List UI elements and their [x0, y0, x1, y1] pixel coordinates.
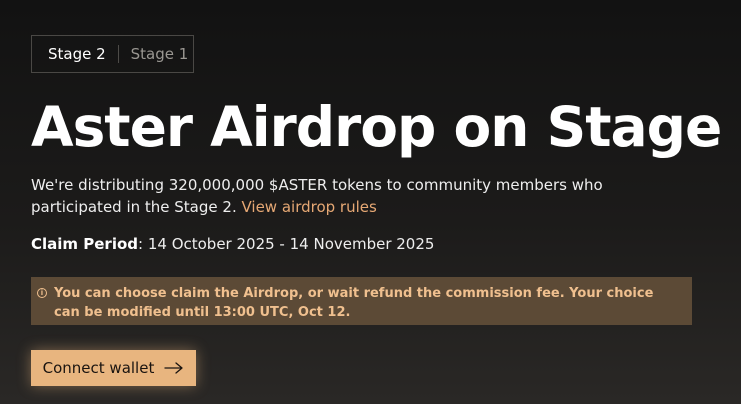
arrow-right-icon	[164, 362, 184, 374]
tab-stage-2[interactable]: Stage 2	[48, 45, 106, 63]
stage-tabs: Stage 2 Stage 1	[31, 35, 194, 73]
connect-wallet-button[interactable]: Connect wallet	[31, 350, 196, 386]
claim-period-label: Claim Period	[31, 235, 139, 253]
tab-stage-1[interactable]: Stage 1	[131, 45, 189, 63]
tab-divider	[117, 45, 119, 63]
claim-period-value: : 14 October 2025 - 14 November 2025	[138, 235, 435, 253]
description: We're distributing 320,000,000 $ASTER to…	[31, 174, 651, 218]
notice-text: You can choose claim the Airdrop, or wai…	[54, 286, 654, 320]
claim-period: Claim Period: 14 October 2025 - 14 Novem…	[31, 235, 434, 253]
connect-wallet-label: Connect wallet	[42, 359, 155, 377]
notice-banner: i You can choose claim the Airdrop, or w…	[31, 277, 692, 325]
view-airdrop-rules-link[interactable]: View airdrop rules	[241, 198, 376, 216]
info-icon: i	[37, 288, 47, 298]
page-title: Aster Airdrop on Stage 2	[31, 95, 741, 159]
